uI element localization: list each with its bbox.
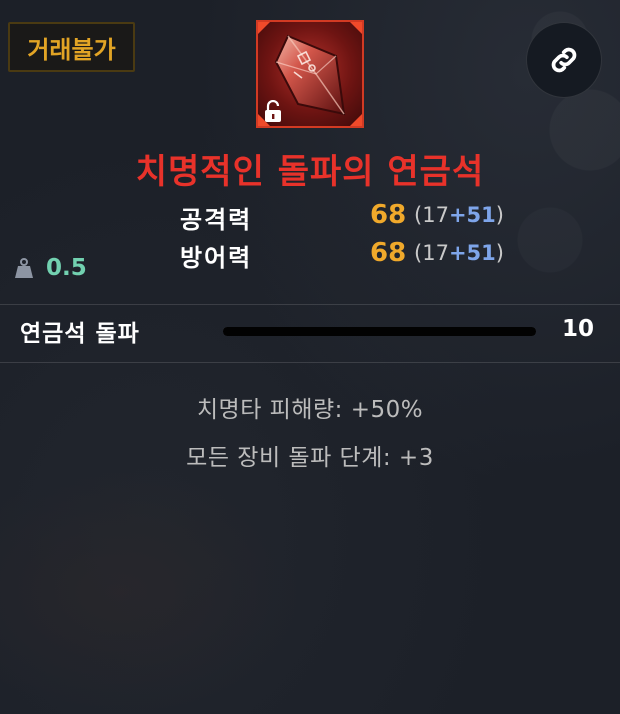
item-name: 치명적인 돌파의 연금석 — [135, 152, 485, 192]
weight-value: 0.5 — [46, 255, 87, 281]
untradable-badge: 거래불가 — [8, 22, 135, 72]
unlock-icon — [265, 100, 281, 122]
stat-total: 68 — [370, 238, 407, 268]
stat-breakdown: (17+51) — [414, 203, 504, 227]
stat-base: 17 — [422, 203, 449, 227]
weight-icon — [15, 258, 33, 278]
effect-line: 모든 장비 돌파 단계: +3 — [186, 445, 434, 471]
stat-label: 방어력 — [180, 244, 253, 272]
stat-breakdown: (17+51) — [414, 241, 504, 265]
background-character-art — [0, 470, 300, 714]
stat-base: 17 — [422, 241, 449, 265]
stat-total: 68 — [370, 200, 407, 230]
untradable-badge-label: 거래불가 — [27, 35, 116, 64]
stat-label: 공격력 — [180, 206, 253, 234]
link-icon — [551, 47, 577, 73]
breakthrough-value: 10 — [562, 316, 595, 342]
breakthrough-progress-fill — [223, 327, 536, 336]
breakthrough-progress-bar — [223, 327, 536, 336]
item-tooltip: 거래불가 치명적인 돌파의 연금석 공격력 68 (17+51) 방어력 68 … — [0, 0, 620, 714]
stat-row-attack: 공격력 68 (17+51) — [0, 200, 620, 236]
item-weight: 0.5 — [12, 252, 87, 284]
effect-line: 치명타 피해량: +50% — [196, 397, 424, 423]
copy-link-button[interactable] — [526, 22, 602, 98]
divider — [0, 304, 620, 305]
stat-bonus: +51 — [448, 203, 496, 227]
stat-bonus: +51 — [448, 241, 496, 265]
divider — [0, 362, 620, 363]
item-icon-frame — [256, 20, 364, 128]
stat-row-defense: 방어력 68 (17+51) — [0, 238, 620, 274]
breakthrough-label: 연금석 돌파 — [20, 321, 140, 347]
